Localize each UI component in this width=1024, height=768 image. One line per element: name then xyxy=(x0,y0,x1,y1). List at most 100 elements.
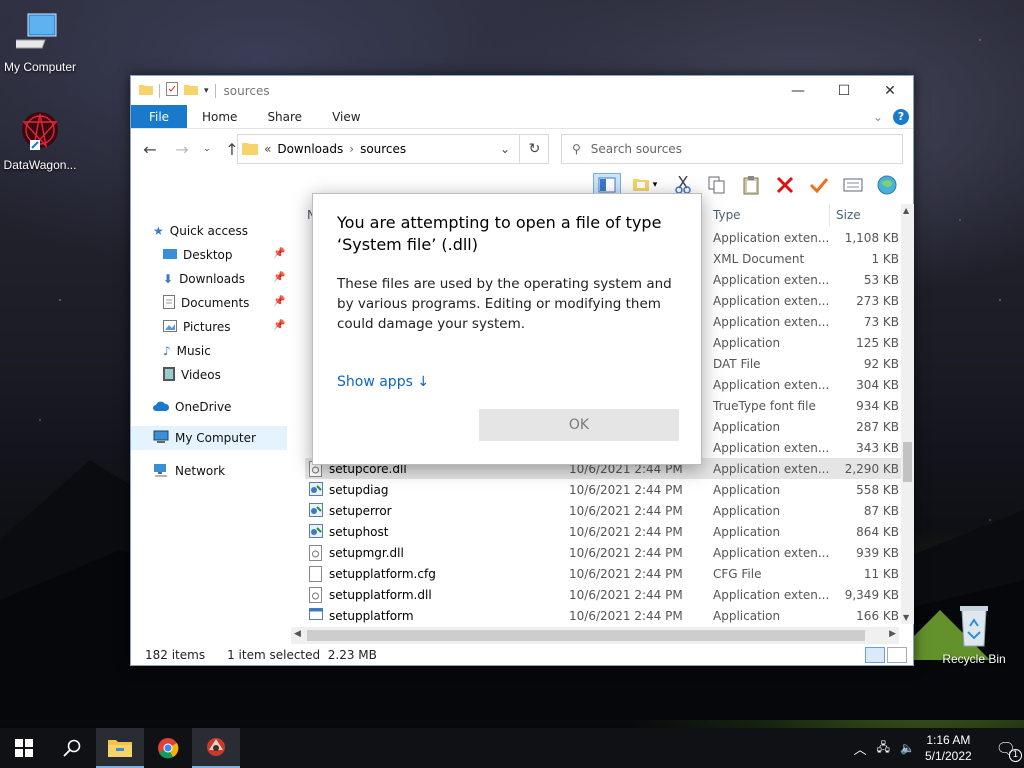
nav-downloads[interactable]: ⬇ Downloads xyxy=(163,268,245,290)
nav-documents[interactable]: Documents xyxy=(163,292,249,314)
table-row[interactable]: setupplatform.cfg 10/6/2021 2:44 PM CFG … xyxy=(305,563,901,584)
pin-icon[interactable]: 📌 xyxy=(273,296,285,307)
forward-arrow-icon[interactable]: → xyxy=(171,140,193,159)
globe-icon[interactable] xyxy=(873,173,901,197)
app-icon xyxy=(309,523,323,540)
tab-file[interactable]: File xyxy=(131,105,187,128)
nav-music[interactable]: ♪ Music xyxy=(163,340,211,362)
search-input[interactable]: ⚲ Search sources xyxy=(561,134,903,164)
cell-type: DAT File xyxy=(713,356,761,371)
properties-icon[interactable] xyxy=(839,173,867,197)
refresh-icon[interactable]: ↻ xyxy=(519,134,549,164)
cell-date: 10/6/2021 2:44 PM xyxy=(569,545,683,560)
rename-check-icon[interactable] xyxy=(805,173,833,197)
tab-view[interactable]: View xyxy=(317,105,375,128)
ok-button[interactable]: OK xyxy=(479,409,679,441)
table-row[interactable]: setupdiag 10/6/2021 2:44 PM Application … xyxy=(305,479,901,500)
new-folder-icon[interactable] xyxy=(184,83,198,98)
details-view-icon[interactable] xyxy=(865,647,885,663)
cell-type: Application xyxy=(713,419,781,434)
pin-icon[interactable]: 📌 xyxy=(273,248,285,259)
cell-date: 10/6/2021 2:44 PM xyxy=(569,503,683,518)
cell-size: 273 KB xyxy=(856,293,899,308)
expand-ribbon-icon[interactable]: ⌄ xyxy=(873,110,883,124)
nav-my-computer[interactable]: My Computer xyxy=(153,427,256,449)
breadcrumb-sources[interactable]: sources xyxy=(360,142,406,156)
dll-file-icon xyxy=(309,586,323,603)
datawagon-taskbar-button[interactable] xyxy=(192,728,240,768)
paste-icon[interactable] xyxy=(737,173,765,197)
chrome-taskbar-button[interactable] xyxy=(144,728,192,768)
back-arrow-icon[interactable]: ← xyxy=(139,140,161,159)
properties-icon[interactable] xyxy=(166,82,178,99)
nav-pictures[interactable]: Pictures xyxy=(163,316,231,338)
scroll-right-icon[interactable]: ▶ xyxy=(889,629,896,639)
selection-info: 1 item selected 2.23 MB xyxy=(227,648,377,662)
scroll-up-icon[interactable]: ▲ xyxy=(903,206,909,215)
cell-size: 864 KB xyxy=(856,524,899,539)
chevron-down-icon[interactable]: ⌄ xyxy=(500,142,510,156)
cell-type: Application xyxy=(713,608,781,623)
nav-quick-access[interactable]: ★ Quick access xyxy=(153,220,248,242)
chevron-up-icon[interactable]: ︿ xyxy=(854,739,867,758)
tab-share[interactable]: Share xyxy=(252,105,317,128)
video-icon xyxy=(163,366,175,384)
scroll-thumb[interactable] xyxy=(903,442,912,482)
notification-count-badge: 1 xyxy=(1009,748,1022,762)
file-explorer-taskbar-button[interactable] xyxy=(96,728,144,768)
table-row[interactable]: setuphost 10/6/2021 2:44 PM Application … xyxy=(305,521,901,542)
help-icon[interactable]: ? xyxy=(893,108,909,125)
divider xyxy=(159,83,160,98)
column-header-type[interactable]: Type xyxy=(713,204,741,226)
maximize-button[interactable]: ☐ xyxy=(821,76,867,105)
nav-onedrive[interactable]: OneDrive xyxy=(153,396,231,418)
large-icons-view-icon[interactable] xyxy=(887,647,907,663)
desktop-icon-my-computer[interactable]: My Computer xyxy=(0,10,80,74)
clock[interactable]: 1:16 AM 5/1/2022 xyxy=(925,732,972,764)
title-bar[interactable]: ▾ sources — ☐ ✕ xyxy=(131,76,913,105)
close-button[interactable]: ✕ xyxy=(867,76,913,105)
pin-icon[interactable]: 📌 xyxy=(273,320,285,331)
cell-date: 10/6/2021 2:44 PM xyxy=(569,482,683,497)
start-button[interactable] xyxy=(0,728,48,768)
minimize-button[interactable]: — xyxy=(775,76,821,105)
copy-icon[interactable] xyxy=(703,173,731,197)
nav-desktop[interactable]: Desktop xyxy=(163,244,233,266)
search-icon: ⚲ xyxy=(572,142,581,156)
vertical-scrollbar[interactable]: ▲ ▼ xyxy=(901,204,914,624)
cell-type: Application exten... xyxy=(713,440,830,455)
nav-videos[interactable]: Videos xyxy=(163,364,221,386)
address-overflow[interactable]: « xyxy=(264,142,271,156)
dll-file-icon xyxy=(309,544,323,561)
nav-network[interactable]: Network xyxy=(153,460,225,482)
scroll-thumb[interactable] xyxy=(307,630,865,641)
show-apps-link[interactable]: Show apps ↓ xyxy=(337,374,677,390)
horizontal-scrollbar[interactable]: ◀ ▶ xyxy=(291,627,899,644)
folder-icon xyxy=(108,740,132,757)
scroll-left-icon[interactable]: ◀ xyxy=(294,629,301,639)
table-row[interactable]: setupmgr.dll 10/6/2021 2:44 PM Applicati… xyxy=(305,542,901,563)
scroll-down-icon[interactable]: ▼ xyxy=(903,613,909,622)
breadcrumb-downloads[interactable]: Downloads xyxy=(277,142,343,156)
network-icon[interactable]: 🖧 xyxy=(877,738,890,759)
customize-toolbar-icon[interactable]: ▾ xyxy=(204,86,209,96)
cell-name: setupplatform xyxy=(329,608,414,623)
app-window-icon xyxy=(309,607,323,624)
cell-size: 939 KB xyxy=(856,545,899,560)
delete-icon[interactable] xyxy=(771,173,799,197)
table-row[interactable]: setupplatform.dll 10/6/2021 2:44 PM Appl… xyxy=(305,584,901,605)
desktop-icon-datawagon[interactable]: DataWagon... xyxy=(0,108,80,172)
table-row[interactable]: setuperror 10/6/2021 2:44 PM Application… xyxy=(305,500,901,521)
column-header-size[interactable]: Size xyxy=(829,204,861,226)
cell-date: 10/6/2021 2:44 PM xyxy=(569,608,683,623)
desktop-icon-recycle-bin[interactable]: Recycle Bin xyxy=(934,602,1014,666)
recent-locations-icon[interactable]: ⌄ xyxy=(203,144,211,154)
volume-icon[interactable]: 🔈 xyxy=(900,741,915,755)
pin-icon[interactable]: 📌 xyxy=(273,272,285,283)
notification-icon[interactable]: 🗨 1 xyxy=(996,739,1022,762)
item-count: 182 items xyxy=(145,648,206,662)
tab-home[interactable]: Home xyxy=(187,105,252,128)
table-row[interactable]: setupplatform 10/6/2021 2:44 PM Applicat… xyxy=(305,605,901,626)
search-button[interactable] xyxy=(48,728,96,768)
address-bar[interactable]: « Downloads › sources ⌄ xyxy=(237,134,549,164)
